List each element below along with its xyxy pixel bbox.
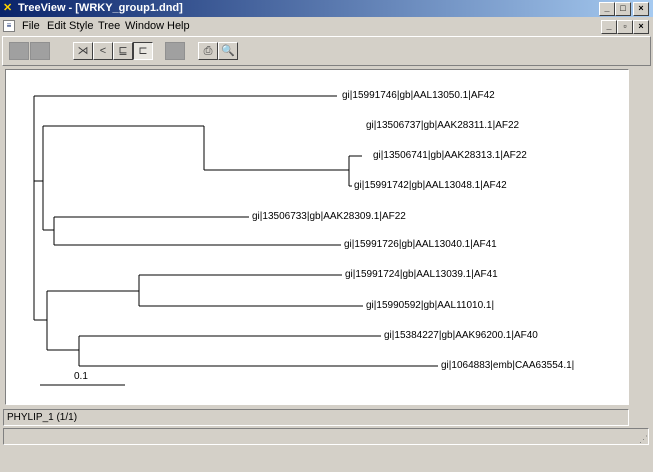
close-button[interactable]: × (633, 2, 649, 16)
doc-close-button[interactable]: × (633, 20, 649, 34)
tree-canvas[interactable]: gi|15991746|gb|AAL13050.1|AF42 gi|135067… (5, 69, 629, 405)
menu-file[interactable]: File (22, 17, 40, 35)
title-bar[interactable]: ✕ TreeView - [WRKY_group1.dnd] _ □ × (0, 0, 653, 17)
leaf-label: gi|1064883|emb|CAA63554.1| (441, 360, 575, 371)
status-bar (3, 428, 649, 445)
tree-status: PHYLIP_1 (1/1) (3, 409, 629, 426)
window-controls: _ □ × (599, 2, 649, 16)
leaf-label: gi|15991724|gb|AAL13039.1|AF41 (345, 269, 498, 280)
toolbar: ⋊ < ⊑ ⊏ ⎙ 🔍 (2, 36, 651, 66)
leaf-label: gi|13506733|gb|AAK28309.1|AF22 (252, 211, 406, 222)
rectangular-tree-icon[interactable]: < (93, 42, 113, 60)
menu-edit[interactable]: Edit (47, 17, 66, 35)
menu-window[interactable]: Window (125, 17, 164, 35)
leaf-label: gi|15991746|gb|AAL13050.1|AF42 (342, 90, 495, 101)
menu-style[interactable]: Style (69, 17, 93, 35)
minimize-button[interactable]: _ (599, 2, 615, 16)
leaf-label: gi|13506737|gb|AAK28311.1|AF22 (366, 120, 520, 131)
doc-minimize-button[interactable]: _ (601, 20, 617, 34)
leaf-label: gi|15991726|gb|AAL13040.1|AF41 (344, 239, 497, 250)
leaf-label: gi|15991742|gb|AAL13048.1|AF42 (354, 180, 507, 191)
print-preview-icon[interactable]: 🔍 (218, 42, 238, 60)
window-title: TreeView - [WRKY_group1.dnd] (18, 2, 183, 14)
canvas-margin (630, 69, 648, 405)
menu-tree[interactable]: Tree (98, 17, 120, 35)
tree-view-icon[interactable]: ⊏ (133, 42, 153, 60)
treeview-app-icon: ✕ (3, 2, 13, 14)
resize-grip-icon[interactable]: ⋰ (639, 434, 649, 444)
document-icon[interactable]: ≡ (3, 20, 15, 32)
slanted-tree-icon[interactable]: ⋊ (73, 42, 93, 60)
phylogenetic-tree (33, 95, 438, 386)
menu-help[interactable]: Help (167, 17, 190, 35)
copy-button[interactable] (30, 42, 50, 60)
unavailable-button[interactable] (165, 42, 185, 60)
cut-button[interactable] (9, 42, 29, 60)
leaf-label: gi|15384227|gb|AAK96200.1|AF40 (384, 330, 538, 341)
doc-restore-button[interactable]: ▫ (617, 20, 633, 34)
menu-bar: ≡ File Edit Style Tree Window Help _ ▫ × (0, 17, 653, 35)
leaf-label: gi|13506741|gb|AAK28313.1|AF22 (373, 150, 527, 161)
phylogram-icon[interactable]: ⊑ (113, 42, 133, 60)
leaf-label: gi|15990592|gb|AAL11010.1| (366, 300, 495, 311)
scale-label: 0.1 (74, 371, 88, 382)
print-icon[interactable]: ⎙ (198, 42, 218, 60)
maximize-button[interactable]: □ (615, 2, 631, 16)
